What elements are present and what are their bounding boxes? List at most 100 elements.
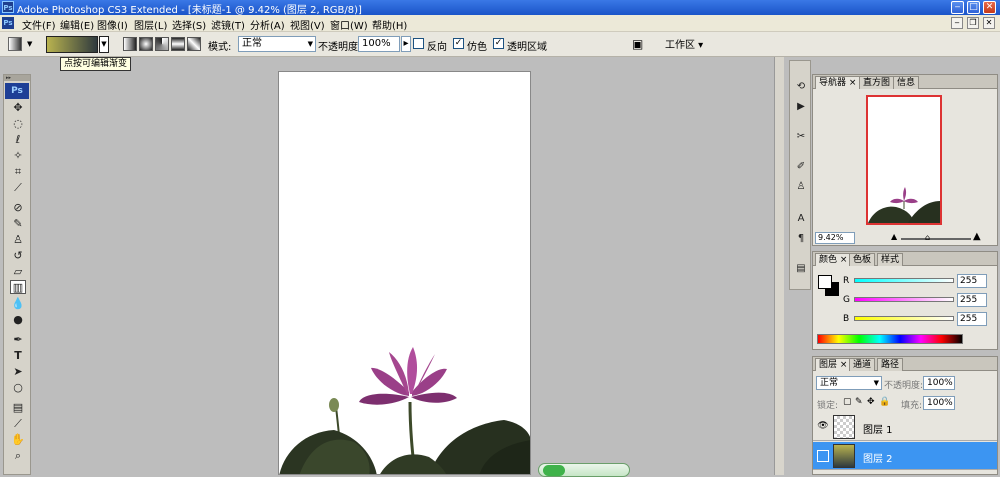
menu-help[interactable]: 帮助(H) (372, 17, 407, 32)
layer-opacity-input[interactable]: 100% (923, 376, 955, 390)
transparency-checkbox[interactable]: ✓ (493, 38, 504, 49)
color-spectrum-bar[interactable] (817, 334, 963, 344)
doc-restore-icon[interactable]: ❐ (967, 17, 979, 29)
green-channel-input[interactable]: 255 (957, 293, 987, 307)
mode-select[interactable]: 正常 ▼ (238, 36, 316, 52)
opacity-input[interactable]: 100% (358, 36, 400, 52)
navigator-thumbnail[interactable] (866, 95, 942, 225)
eraser-tool-icon[interactable]: ▱ (10, 265, 26, 279)
hand-tool-icon[interactable]: ✋ (10, 433, 26, 447)
actions-icon[interactable]: ▶ (793, 99, 809, 115)
zoom-tool-icon[interactable]: ⌕ (10, 449, 26, 463)
blue-channel-input[interactable]: 255 (957, 312, 987, 326)
tab-paths[interactable]: 路径 (877, 358, 904, 371)
close-button[interactable]: ✕ (983, 1, 996, 14)
menu-image[interactable]: 图像(I) (97, 17, 128, 32)
lasso-tool-icon[interactable]: ℓ (10, 133, 26, 147)
blue-channel-slider[interactable] (854, 316, 954, 321)
camera-icon[interactable]: ▣ (632, 37, 650, 51)
crop-tool-icon[interactable]: ⌗ (10, 165, 26, 179)
lock-position-icon[interactable]: ✥ (867, 397, 875, 407)
tab-styles[interactable]: 样式 (877, 253, 904, 266)
gradient-preset-icon[interactable] (8, 37, 22, 51)
green-channel-slider[interactable] (854, 297, 954, 302)
pen-tool-icon[interactable]: ✒ (10, 333, 26, 347)
reflected-gradient-icon[interactable] (171, 37, 185, 51)
history-brush-icon[interactable]: ↺ (10, 249, 26, 263)
toolbox-grip[interactable]: ▸▸ (4, 75, 30, 81)
tab-histogram[interactable]: 直方图 (859, 76, 895, 89)
zoom-in-icon[interactable]: ▲ (973, 231, 981, 242)
layer-row[interactable]: 图层 2 (813, 442, 997, 470)
history-icon[interactable]: ⟲ (793, 79, 809, 95)
lock-transparency-icon[interactable]: ▢ (843, 397, 852, 407)
brush-tool-icon[interactable]: ✎ (10, 217, 26, 231)
zoom-slider[interactable] (901, 238, 971, 240)
eyedropper2-icon[interactable]: ⟋ (10, 417, 26, 431)
notes-tool-icon[interactable]: ▤ (10, 401, 26, 415)
tab-layers[interactable]: 图层 × (815, 358, 852, 371)
foreground-color-swatch[interactable] (818, 275, 832, 289)
menu-layer[interactable]: 图层(L) (134, 17, 167, 32)
angle-gradient-icon[interactable] (155, 37, 169, 51)
gradient-swatch[interactable] (46, 36, 98, 53)
tab-channels[interactable]: 通道 (849, 358, 876, 371)
chevron-down-icon[interactable]: ▼ (27, 40, 32, 48)
marquee-tool-icon[interactable]: ◌ (10, 117, 26, 131)
character-icon[interactable]: A (793, 211, 809, 227)
red-channel-input[interactable]: 255 (957, 274, 987, 288)
zoom-slider-handle[interactable]: ⌂ (925, 233, 930, 242)
eyedropper-tool-icon[interactable]: ⟋ (10, 181, 26, 195)
shape-tool-icon[interactable]: ○ (10, 381, 26, 395)
gradient-tool-icon[interactable]: ▥ (10, 280, 26, 294)
maximize-button[interactable]: □ (967, 1, 980, 14)
diamond-gradient-icon[interactable] (187, 37, 201, 51)
document-canvas[interactable] (278, 71, 531, 475)
red-channel-slider[interactable] (854, 278, 954, 283)
dither-checkbox[interactable]: ✓ (453, 38, 464, 49)
magic-wand-tool-icon[interactable]: ✧ (10, 149, 26, 163)
zoom-out-icon[interactable]: ▲ (891, 232, 897, 241)
eye-icon[interactable] (817, 450, 829, 462)
doc-close-icon[interactable]: ✕ (983, 17, 995, 29)
move-tool-icon[interactable]: ✥ (10, 101, 26, 115)
layer-row[interactable]: 👁 图层 1 (813, 413, 997, 441)
doc-minimize-icon[interactable]: ‒ (951, 17, 963, 29)
canvas-scrollbar[interactable] (774, 57, 784, 475)
tab-swatches[interactable]: 色板 (849, 253, 876, 266)
path-selection-icon[interactable]: ➤ (10, 365, 26, 379)
dodge-tool-icon[interactable]: ● (10, 313, 26, 327)
menu-window[interactable]: 窗口(W) (330, 17, 368, 32)
type-tool-icon[interactable]: T (10, 349, 26, 363)
menu-view[interactable]: 视图(V) (290, 17, 325, 32)
gradient-picker-dropdown[interactable]: ▼ (99, 36, 109, 53)
tool-presets-icon[interactable]: ✂ (793, 129, 809, 145)
clone-stamp-icon[interactable]: ♙ (10, 233, 26, 247)
photoshop-menu-icon[interactable]: Ps (2, 17, 14, 29)
layer-comps-icon[interactable]: ▤ (793, 261, 809, 277)
menu-filter[interactable]: 滤镜(T) (211, 17, 245, 32)
tab-navigator[interactable]: 导航器 × (815, 76, 861, 89)
healing-brush-icon[interactable]: ⊘ (10, 201, 26, 215)
menu-select[interactable]: 选择(S) (172, 17, 206, 32)
linear-gradient-icon[interactable] (123, 37, 137, 51)
menu-edit[interactable]: 编辑(E) (60, 17, 94, 32)
radial-gradient-icon[interactable] (139, 37, 153, 51)
blend-mode-select[interactable]: 正常 ▼ (816, 376, 882, 390)
tab-color[interactable]: 颜色 × (815, 253, 852, 266)
minimize-button[interactable]: ‒ (951, 1, 964, 14)
brushes-icon[interactable]: ✐ (793, 159, 809, 175)
fill-input[interactable]: 100% (923, 396, 955, 410)
opacity-dropdown[interactable]: ▸ (401, 36, 411, 52)
menu-analysis[interactable]: 分析(A) (250, 17, 285, 32)
menu-file[interactable]: 文件(F) (22, 17, 56, 32)
zoom-input[interactable]: 9.42% (815, 232, 855, 244)
lock-all-icon[interactable]: 🔒 (879, 397, 890, 407)
clone-source-icon[interactable]: ♙ (793, 179, 809, 195)
workspace-button[interactable]: 工作区 ▾ (665, 36, 703, 51)
paragraph-icon[interactable]: ¶ (793, 231, 809, 247)
eye-icon[interactable]: 👁 (817, 421, 829, 433)
lock-pixels-icon[interactable]: ✎ (855, 397, 863, 407)
tab-info[interactable]: 信息 (893, 76, 920, 89)
reverse-checkbox[interactable] (413, 38, 424, 49)
